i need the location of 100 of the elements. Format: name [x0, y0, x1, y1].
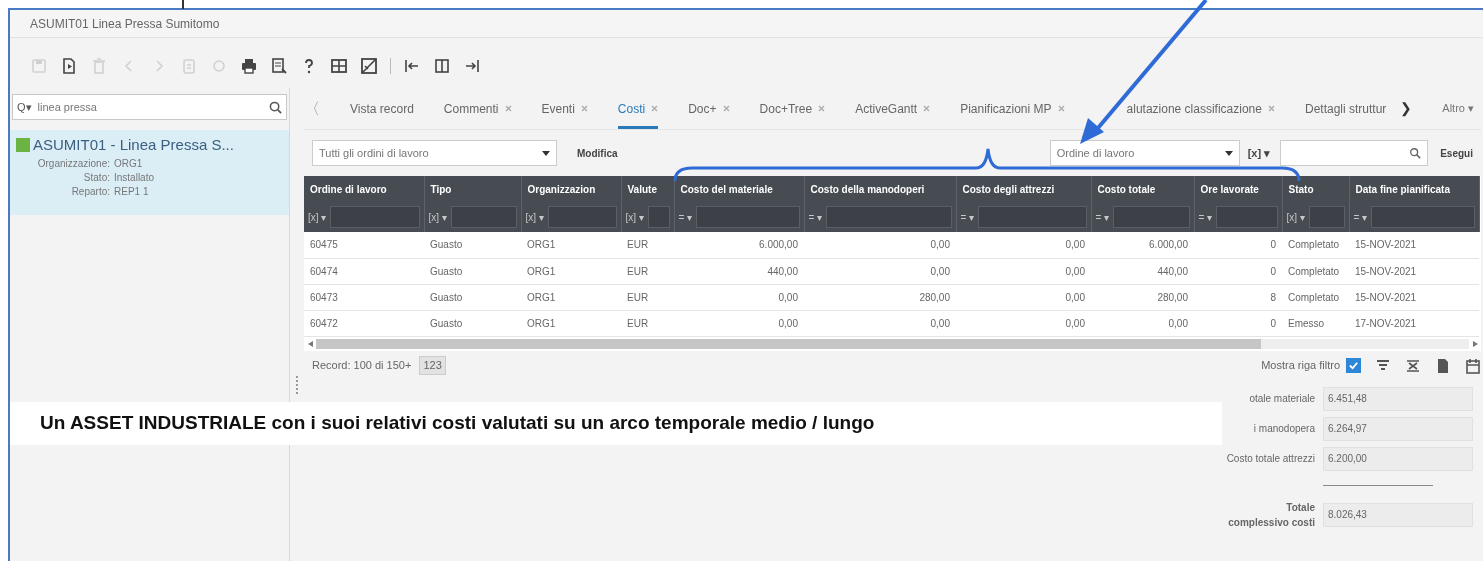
filter-input[interactable]	[696, 206, 800, 228]
tab[interactable]: Eventi	[541, 88, 588, 129]
grid-icon[interactable]	[330, 57, 348, 75]
tab[interactable]: alutazione classificazione	[1094, 88, 1275, 129]
filter-input[interactable]	[1113, 206, 1190, 228]
column-header[interactable]: Tipo	[424, 176, 521, 202]
close-icon[interactable]	[818, 105, 826, 112]
close-icon[interactable]	[923, 105, 931, 112]
filter-operator[interactable]: [x] ▾	[525, 209, 544, 225]
splitter-handle[interactable]	[295, 375, 299, 394]
column-header[interactable]: Valute	[621, 176, 674, 202]
more-tabs-dropdown[interactable]: Altro ▾	[1442, 100, 1475, 117]
count-button[interactable]: 123	[419, 356, 446, 375]
filter-input[interactable]	[978, 206, 1087, 228]
column-header[interactable]: Ore lavorate	[1194, 176, 1282, 202]
tab[interactable]: Doc+	[688, 88, 730, 129]
filter-operator[interactable]: = ▾	[678, 209, 693, 225]
close-icon[interactable]	[1057, 105, 1065, 112]
table-cell: Completato	[1282, 284, 1349, 310]
search-mode-dropdown[interactable]: Q▾	[17, 98, 32, 116]
search-field[interactable]: Q▾ linea pressa	[12, 94, 287, 120]
horizontal-scrollbar[interactable]	[316, 338, 1262, 349]
table-cell: ORG1	[521, 310, 621, 336]
scroll-right-icon[interactable]	[1472, 340, 1478, 347]
search-icon[interactable]	[1409, 147, 1422, 159]
table-cell: Guasto	[424, 284, 521, 310]
table-cell: EUR	[621, 232, 674, 258]
close-icon[interactable]	[580, 105, 588, 112]
table-cell: 280,00	[1091, 284, 1194, 310]
table-cell: 15-NOV-2021	[1349, 232, 1479, 258]
filter-operator[interactable]: = ▾	[808, 209, 823, 225]
column-header[interactable]: Costo del materiale	[674, 176, 804, 202]
close-icon[interactable]	[722, 105, 730, 112]
print-icon[interactable]	[240, 57, 258, 75]
field-value: 6.264,97	[1323, 416, 1473, 441]
table-cell: 6.000,00	[674, 232, 804, 258]
field-dropdown[interactable]: Ordine di lavoro	[1049, 140, 1240, 166]
view-dropdown[interactable]: Tutti gli ordini di lavoro	[312, 140, 557, 166]
filter-operator[interactable]: [x] ▾	[308, 209, 327, 225]
filter-input[interactable]	[330, 206, 420, 228]
filter-operator[interactable]: = ▾	[1198, 209, 1213, 225]
last-icon[interactable]	[463, 57, 481, 75]
field-label: Stato:	[82, 170, 111, 185]
filter-input[interactable]	[826, 206, 952, 228]
print-preview-icon[interactable]	[270, 57, 288, 75]
filter-operator[interactable]: [x] ▾	[625, 209, 644, 225]
table-cell: 0,00	[804, 310, 956, 336]
table-cell: 6.000,00	[1091, 232, 1194, 258]
run-button[interactable]: Esegui	[1440, 145, 1473, 161]
filter-input[interactable]	[547, 206, 617, 228]
column-header[interactable]: Stato	[1282, 176, 1349, 202]
filter-operator[interactable]: [x] ▾	[1286, 209, 1305, 225]
table-cell: Guasto	[424, 258, 521, 284]
column-header[interactable]: Ordine di lavoro	[304, 176, 424, 202]
table-cell: Guasto	[424, 310, 521, 336]
close-icon[interactable]	[504, 105, 512, 112]
column-header[interactable]: Data fine pianificata	[1349, 176, 1479, 202]
edit-button[interactable]: Modifica	[577, 145, 618, 161]
tab-scroll-right[interactable]: ❯	[1400, 98, 1413, 119]
table-cell: Guasto	[424, 232, 521, 258]
first-icon[interactable]	[403, 57, 421, 75]
table-cell: 15-NOV-2021	[1349, 258, 1479, 284]
filter-input[interactable]	[647, 206, 670, 228]
field-label: Reparto:	[70, 184, 111, 199]
filter-operator[interactable]: = ▾	[1353, 209, 1368, 225]
table-cell: 280,00	[804, 284, 956, 310]
checkbox-icon[interactable]	[360, 57, 378, 75]
operator-dropdown[interactable]: [x] ▾	[1247, 144, 1271, 162]
filter-operator[interactable]: = ▾	[960, 209, 975, 225]
table-cell: 60473	[304, 284, 424, 310]
filter-input[interactable]	[1371, 206, 1475, 228]
tab[interactable]: Commenti	[443, 88, 512, 129]
filter-input[interactable]	[1308, 206, 1345, 228]
document-icon[interactable]	[1435, 357, 1451, 374]
list-item[interactable]: ASUMIT01 - Linea Pressa S... Organizzazione: ORG1 Stato: Installato Reparto: REP1 1	[10, 130, 289, 215]
tab[interactable]: Costi	[617, 88, 659, 129]
column-header[interactable]: Costo della manodoperi	[804, 176, 956, 202]
export-icon[interactable]	[1405, 357, 1421, 374]
filter-input[interactable]	[1216, 206, 1278, 228]
close-icon[interactable]	[651, 105, 659, 112]
filter-input[interactable]	[450, 206, 517, 228]
table-cell: 0,00	[956, 258, 1091, 284]
tab[interactable]: Pianificazioni MP	[960, 88, 1065, 129]
search-icon[interactable]	[269, 100, 282, 114]
calendar-icon[interactable]	[1465, 357, 1481, 374]
checkbox[interactable]	[1346, 358, 1361, 373]
column-header[interactable]: Costo degli attrezzi	[956, 176, 1091, 202]
filter-operator[interactable]: = ▾	[1095, 209, 1110, 225]
close-icon[interactable]	[1267, 105, 1275, 112]
tab[interactable]: Doc+Tree	[759, 88, 826, 129]
tab[interactable]: ActiveGantt	[855, 88, 931, 129]
column-header[interactable]: Costo totale	[1091, 176, 1194, 202]
tab[interactable]: Dettagli struttur	[1304, 88, 1387, 129]
column-header[interactable]: Organizzazion	[521, 176, 621, 202]
tab[interactable]: Vista record	[350, 88, 414, 129]
document-icon[interactable]	[60, 57, 78, 75]
field-value: 6.451,48	[1323, 386, 1473, 411]
columns-icon[interactable]	[433, 57, 451, 75]
scroll-left-icon[interactable]	[307, 340, 313, 347]
filter-operator[interactable]: [x] ▾	[428, 209, 447, 225]
